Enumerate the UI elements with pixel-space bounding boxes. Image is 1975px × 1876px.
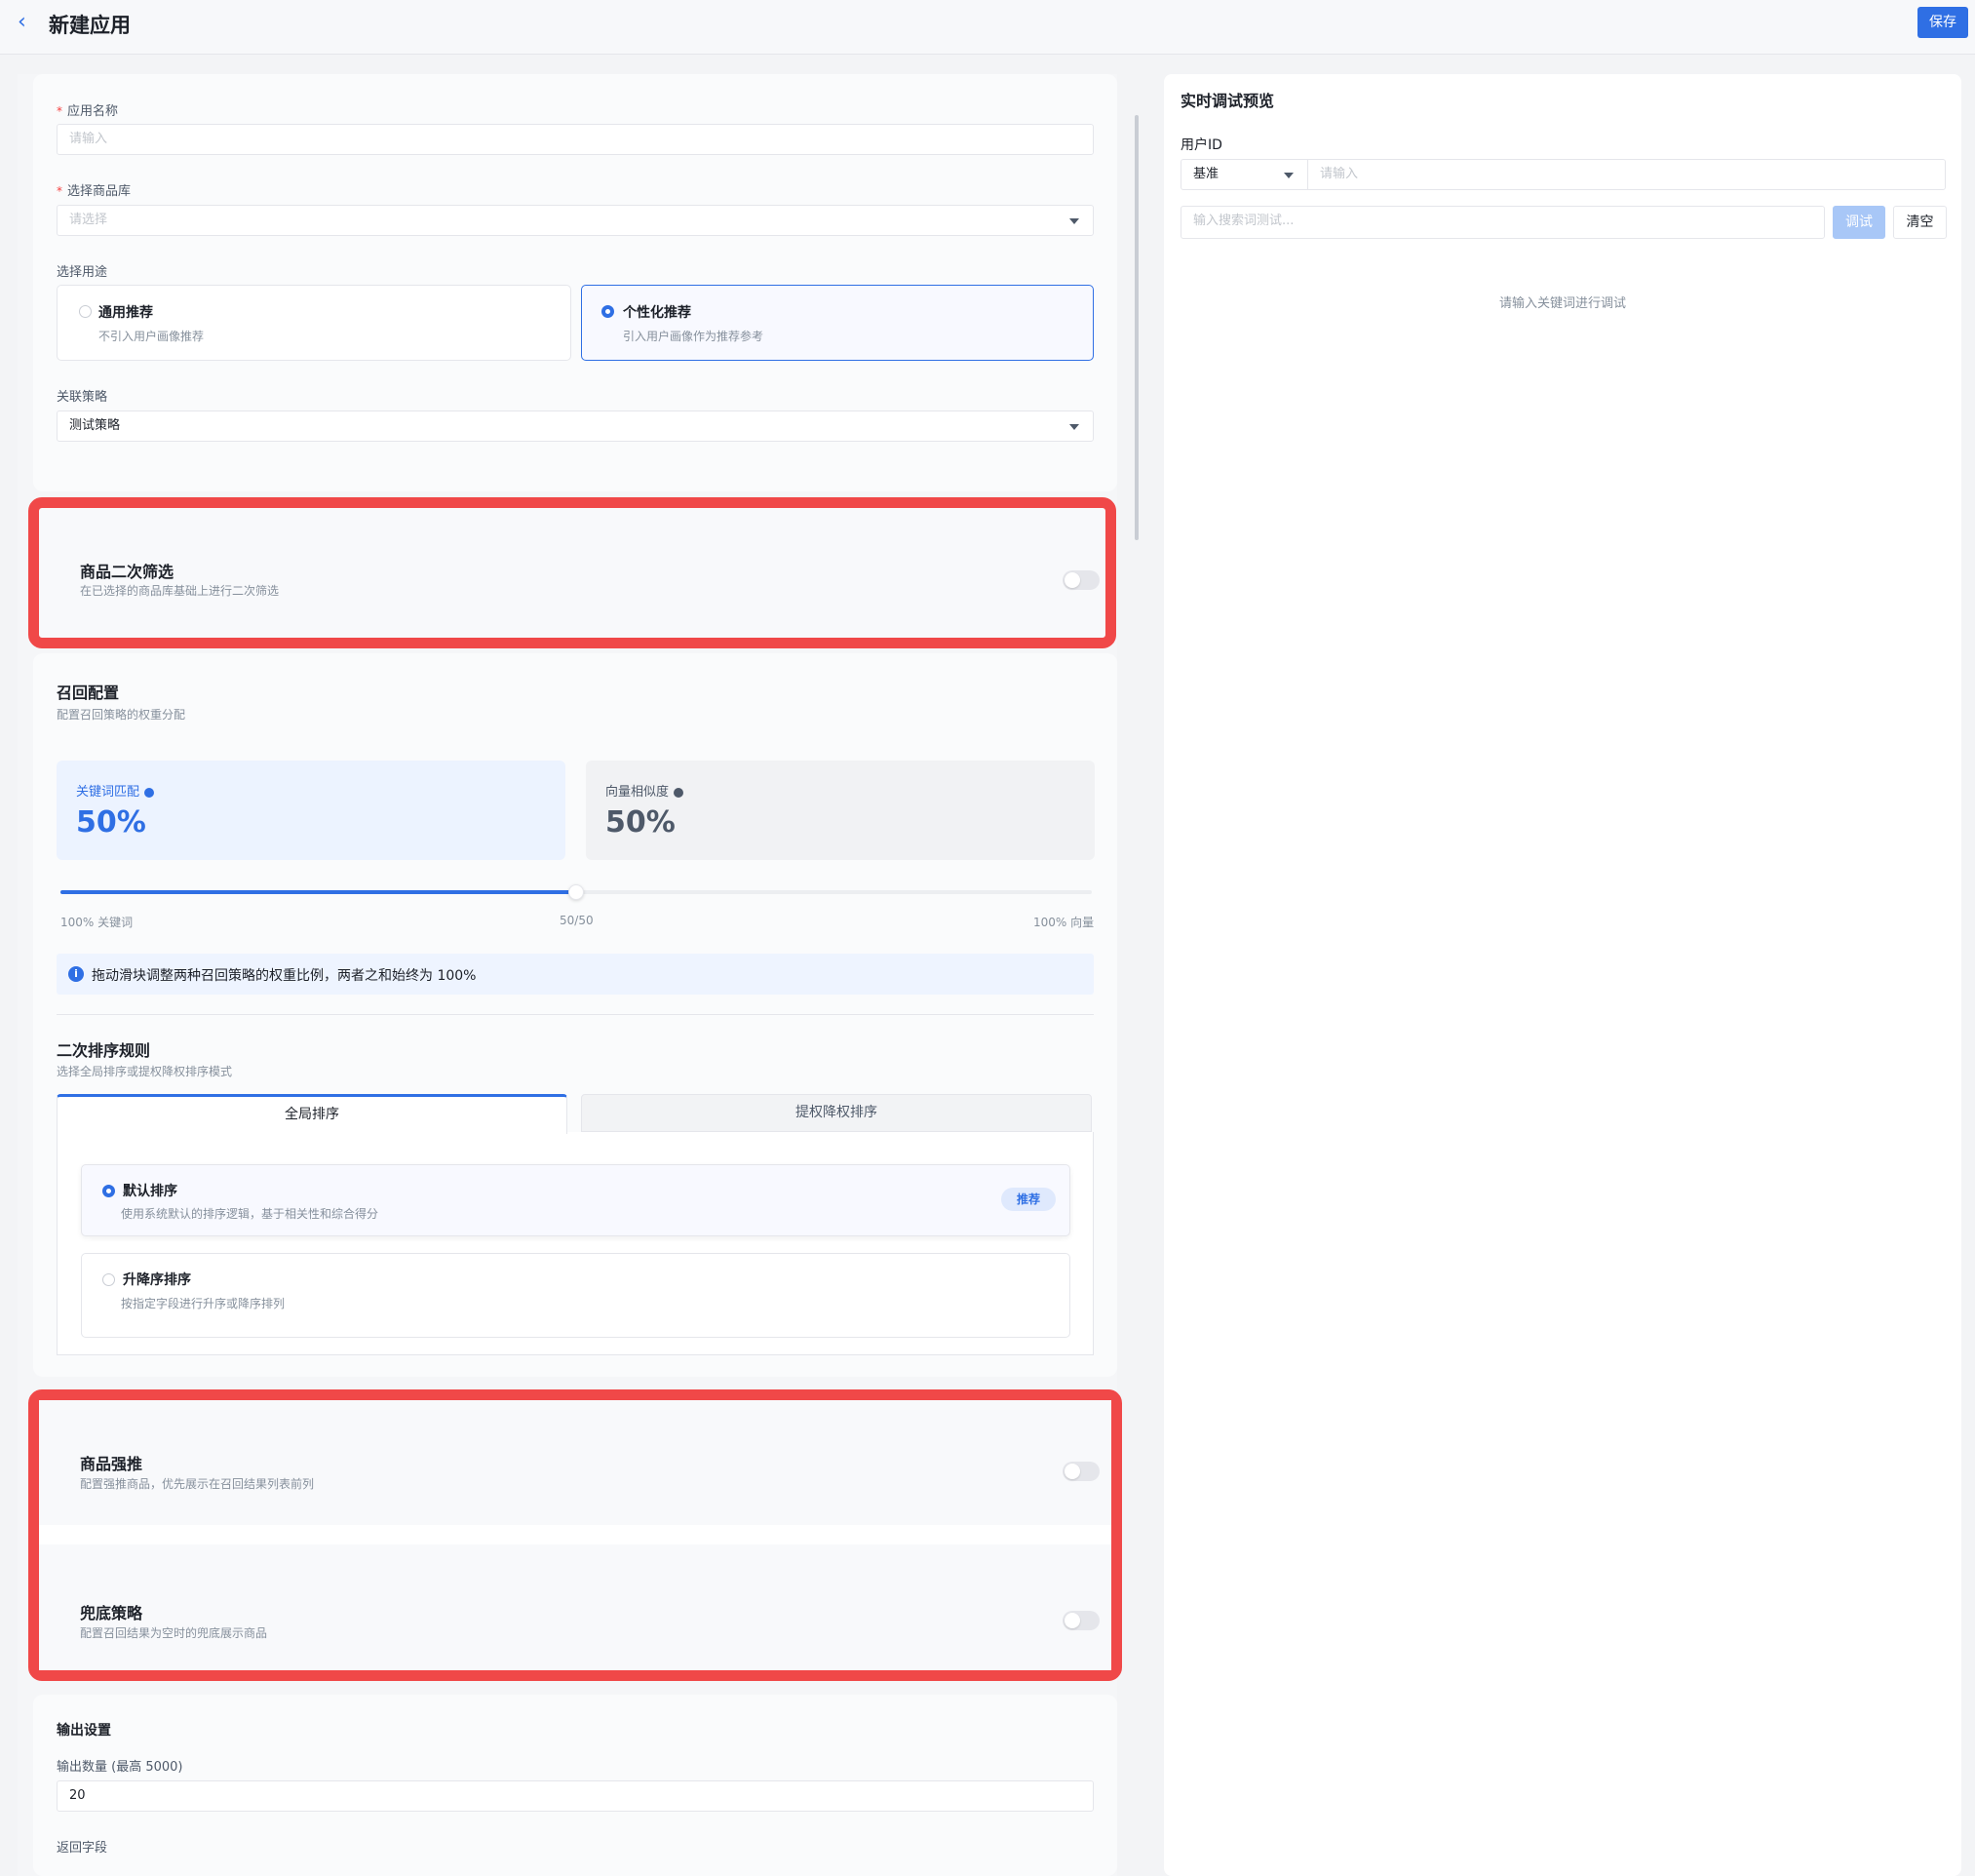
option-title: 个性化推荐 bbox=[623, 305, 691, 321]
preview-title: 实时调试预览 bbox=[1181, 92, 1275, 110]
section-desc: 选择全局排序或提权降权排序模式 bbox=[57, 1065, 233, 1078]
output-count-input[interactable]: 20 bbox=[57, 1780, 1094, 1812]
section-desc: 在已选择的商品库基础上进行二次筛选 bbox=[80, 584, 280, 598]
user-id-input[interactable]: 请输入 bbox=[1307, 159, 1946, 190]
output-count-label: 输出数量 (最高 5000) bbox=[57, 1760, 183, 1775]
option-desc: 使用系统默认的排序逻辑，基于相关性和综合得分 bbox=[121, 1207, 379, 1221]
section-desc: 配置召回策略的权重分配 bbox=[57, 708, 186, 722]
slider-right-label: 100% 向量 bbox=[1033, 916, 1095, 929]
mode-select[interactable]: 基准 bbox=[1181, 159, 1308, 190]
section-title: 兜底策略 bbox=[80, 1604, 143, 1622]
return-fields-label: 返回字段 bbox=[57, 1841, 108, 1856]
debug-button[interactable]: 调试 bbox=[1833, 206, 1885, 239]
option-desc: 按指定字段进行升序或降序排列 bbox=[121, 1297, 286, 1310]
chevron-left-icon[interactable]: ‹ bbox=[18, 10, 26, 34]
info-icon: i bbox=[68, 966, 84, 982]
empty-state-text: 请输入关键词进行调试 bbox=[1499, 296, 1627, 311]
vector-weight-card: 向量相似度 50% bbox=[586, 761, 1095, 860]
chevron-down-icon bbox=[1069, 424, 1079, 430]
recommend-badge: 推荐 bbox=[1001, 1188, 1056, 1211]
section-title: 商品强推 bbox=[80, 1455, 143, 1473]
sort-option-asc-desc[interactable]: 升降序排序 按指定字段进行升序或降序排列 bbox=[81, 1253, 1070, 1338]
option-desc: 引入用户画像作为推荐参考 bbox=[623, 330, 764, 343]
chevron-down-icon bbox=[1284, 173, 1294, 178]
option-title: 升降序排序 bbox=[123, 1272, 191, 1288]
search-test-input[interactable]: 输入搜索词测试... bbox=[1181, 206, 1825, 239]
option-title: 默认排序 bbox=[123, 1184, 177, 1199]
slider-left-label: 100% 关键词 bbox=[60, 916, 134, 929]
dot-icon bbox=[144, 787, 155, 798]
radio[interactable] bbox=[102, 1273, 115, 1286]
preview-panel bbox=[1164, 74, 1961, 1876]
radio[interactable] bbox=[79, 305, 92, 318]
section-title: 商品二次筛选 bbox=[80, 563, 174, 581]
page-title: 新建应用 bbox=[49, 14, 131, 37]
boost-fallback-group: 商品强推 配置强推商品，优先展示在召回结果列表前列 兜底策略 配置召回结果为空时… bbox=[28, 1389, 1122, 1681]
fallback-toggle[interactable] bbox=[1063, 1611, 1100, 1630]
keyword-weight-card: 关键词匹配 50% bbox=[57, 761, 565, 860]
section-desc: 配置强推商品，优先展示在召回结果列表前列 bbox=[80, 1477, 315, 1491]
section-desc: 配置召回结果为空时的兜底展示商品 bbox=[80, 1626, 268, 1640]
slider-mid-label: 50/50 bbox=[560, 914, 594, 927]
keyword-label: 关键词匹配 bbox=[76, 781, 155, 800]
app-name-input[interactable]: 请输入 bbox=[57, 124, 1094, 155]
fallback-card: 兜底策略 配置召回结果为空时的兜底展示商品 bbox=[39, 1544, 1111, 1670]
section-title: 二次排序规则 bbox=[57, 1041, 151, 1060]
strategy-select[interactable]: 测试策略 bbox=[57, 410, 1094, 442]
scrollbar[interactable] bbox=[1135, 115, 1139, 540]
strategy-label: 关联策略 bbox=[57, 390, 108, 405]
clear-button[interactable]: 清空 bbox=[1893, 206, 1947, 239]
divider bbox=[57, 1014, 1094, 1015]
info-text: 拖动滑块调整两种召回策略的权重比例，两者之和始终为 100% bbox=[92, 968, 477, 984]
weight-slider-handle[interactable] bbox=[568, 884, 584, 900]
tab-global-sort[interactable]: 全局排序 bbox=[57, 1094, 567, 1134]
tab-boost-sort[interactable]: 提权降权排序 bbox=[581, 1094, 1092, 1132]
radio-selected[interactable] bbox=[601, 305, 614, 318]
radio-selected[interactable] bbox=[102, 1185, 115, 1197]
info-banner: i 拖动滑块调整两种召回策略的权重比例，两者之和始终为 100% bbox=[57, 954, 1094, 995]
option-title: 通用推荐 bbox=[98, 305, 153, 321]
library-label: * 选择商品库 bbox=[57, 184, 132, 199]
section-title: 召回配置 bbox=[57, 684, 120, 702]
secondary-filter-toggle[interactable] bbox=[1063, 570, 1100, 590]
option-desc: 不引入用户画像推荐 bbox=[98, 330, 205, 343]
weight-slider-fill bbox=[60, 890, 576, 894]
section-title: 输出设置 bbox=[57, 1723, 111, 1739]
purpose-label: 选择用途 bbox=[57, 265, 108, 280]
user-id-label: 用户ID bbox=[1181, 137, 1222, 153]
boost-card: 商品强推 配置强推商品，优先展示在召回结果列表前列 bbox=[39, 1400, 1111, 1525]
vector-label: 向量相似度 bbox=[605, 781, 684, 800]
purpose-option-personalized[interactable]: 个性化推荐 引入用户画像作为推荐参考 bbox=[581, 285, 1094, 361]
vector-value: 50% bbox=[605, 805, 676, 840]
purpose-option-general[interactable]: 通用推荐 不引入用户画像推荐 bbox=[57, 285, 571, 361]
keyword-value: 50% bbox=[76, 805, 146, 840]
chevron-down-icon bbox=[1069, 218, 1079, 224]
library-select[interactable]: 请选择 bbox=[57, 205, 1094, 236]
boost-toggle[interactable] bbox=[1063, 1462, 1100, 1481]
weight-slider-track[interactable] bbox=[60, 884, 1092, 900]
dot-icon bbox=[674, 787, 684, 798]
sort-option-default[interactable]: 默认排序 使用系统默认的排序逻辑，基于相关性和综合得分 推荐 bbox=[81, 1164, 1070, 1236]
secondary-filter-card: 商品二次筛选 在已选择的商品库基础上进行二次筛选 bbox=[28, 497, 1116, 648]
save-button[interactable]: 保存 bbox=[1917, 7, 1968, 38]
top-bar: ‹ 新建应用 保存 bbox=[0, 0, 1975, 55]
app-name-label: * 应用名称 bbox=[57, 104, 119, 119]
